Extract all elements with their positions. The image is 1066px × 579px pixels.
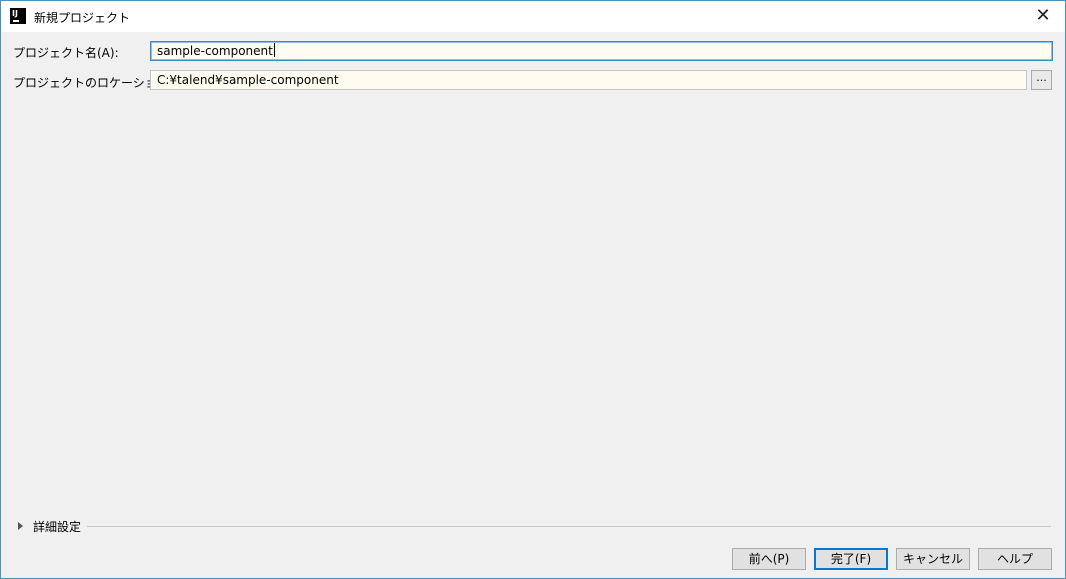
finish-button[interactable]: 完了(F) <box>814 548 888 570</box>
help-button[interactable]: ヘルプ <box>978 548 1052 570</box>
project-location-value: C:¥talend¥sample-component <box>157 73 339 87</box>
dialog-title: 新規プロジェクト <box>34 11 131 25</box>
project-name-input[interactable]: sample-component <box>150 41 1053 61</box>
intellij-idea-icon: IJ <box>10 8 26 24</box>
previous-button[interactable]: 前へ(P) <box>732 548 806 570</box>
cancel-button[interactable]: キャンセル <box>896 548 970 570</box>
title-bar: IJ 新規プロジェクト ✕ <box>1 1 1065 32</box>
advanced-settings-divider <box>87 526 1051 527</box>
advanced-settings-label: 詳細設定 <box>33 519 82 534</box>
advanced-settings-toggle[interactable]: 詳細設定 <box>18 519 82 534</box>
project-location-input[interactable]: C:¥talend¥sample-component <box>150 70 1027 90</box>
project-name-value: sample-component <box>157 44 273 58</box>
text-caret <box>273 43 275 57</box>
expand-triangle-icon <box>18 522 23 530</box>
project-name-label: プロジェクト名(A): <box>13 46 119 60</box>
browse-button[interactable]: ... <box>1031 70 1052 90</box>
new-project-dialog: IJ 新規プロジェクト ✕ プロジェクト名(A): sample-compone… <box>0 0 1066 579</box>
close-icon[interactable]: ✕ <box>1031 5 1055 27</box>
